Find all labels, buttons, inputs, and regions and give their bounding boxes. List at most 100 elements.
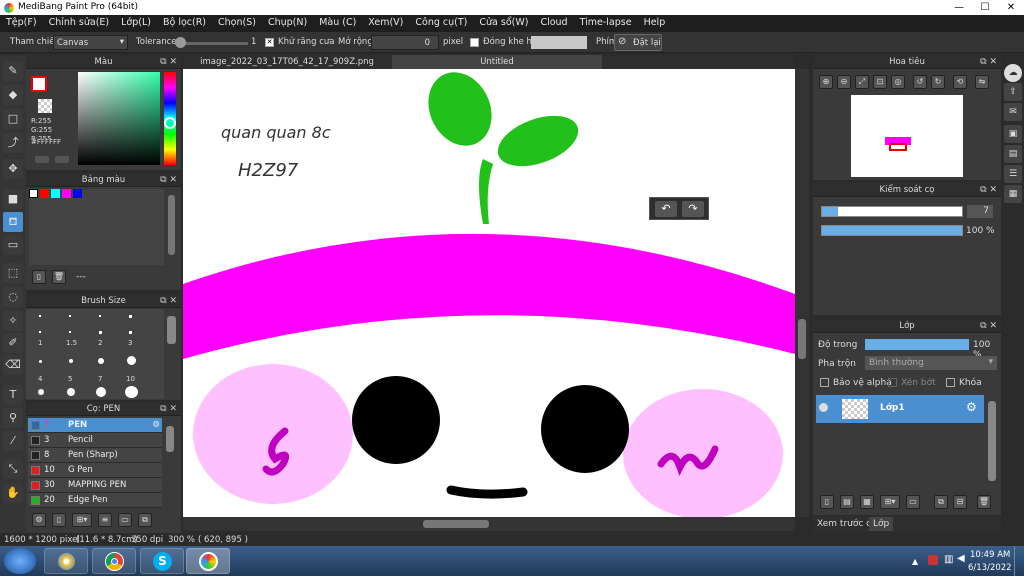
- menu-view[interactable]: Xem(V): [362, 15, 409, 28]
- eyedropper-tool-icon[interactable]: ⤡: [3, 459, 23, 479]
- size-dot[interactable]: [39, 360, 42, 363]
- panel-close-icon[interactable]: ⧉ ✕: [160, 402, 177, 416]
- menu-filter[interactable]: Bộ lọc(R): [157, 15, 212, 28]
- clipping-checkbox[interactable]: [888, 378, 897, 387]
- size-dot[interactable]: [129, 331, 132, 334]
- fill-rect-tool-icon[interactable]: ■: [3, 189, 23, 209]
- size-dot[interactable]: [98, 358, 104, 364]
- reference-select[interactable]: Canvas ▾: [53, 35, 128, 50]
- gradient-tool-icon[interactable]: ▭: [3, 235, 23, 255]
- size-dot[interactable]: [67, 388, 75, 396]
- lasso-tool-icon[interactable]: ◌: [3, 287, 23, 307]
- palette-swatch[interactable]: [73, 189, 82, 198]
- background-color-swatch[interactable]: [38, 99, 52, 113]
- size-dot[interactable]: [96, 387, 106, 397]
- list-icon[interactable]: ☰: [1004, 165, 1022, 183]
- show-desktop-button[interactable]: [1014, 546, 1024, 576]
- duplicate-layer-icon[interactable]: ⧉: [934, 495, 948, 509]
- close-gap-checkbox[interactable]: [470, 38, 479, 47]
- tab-image-file[interactable]: image_2022_03_17T06_42_17_909Z.png: [183, 55, 391, 69]
- size-dot[interactable]: [69, 331, 71, 333]
- tab-layer[interactable]: Lớp: [869, 517, 894, 531]
- layer-opacity-slider[interactable]: [865, 339, 969, 350]
- actual-size-icon[interactable]: ⊡: [873, 75, 887, 89]
- panel-close-icon[interactable]: ⧉ ✕: [160, 173, 177, 187]
- tab-untitled[interactable]: Untitled: [392, 55, 602, 69]
- panel-close-icon[interactable]: ⧉ ✕: [980, 55, 997, 69]
- brush-list-scrollbar[interactable]: [166, 426, 174, 452]
- palette-swatch[interactable]: [29, 189, 38, 198]
- select-tool-icon[interactable]: ⬚: [3, 263, 23, 283]
- menu-cloud[interactable]: Cloud: [534, 15, 573, 28]
- move-tool-icon[interactable]: ✥: [3, 159, 23, 179]
- palette-swatch[interactable]: [51, 189, 60, 198]
- rotate-left-icon[interactable]: ↺: [913, 75, 927, 89]
- canvas-vertical-scrollbar[interactable]: [795, 69, 809, 517]
- size-dot[interactable]: [38, 389, 44, 395]
- layer-scrollbar[interactable]: [988, 401, 996, 481]
- network-icon[interactable]: ▥: [944, 554, 953, 565]
- brush-item-pen-sharp[interactable]: 8 Pen (Sharp): [28, 448, 162, 463]
- palette-scrollbar[interactable]: [168, 195, 175, 255]
- menu-edit[interactable]: Chỉnh sửa(E): [43, 15, 116, 28]
- taskbar-skype[interactable]: S: [140, 548, 184, 574]
- maximize-button[interactable]: ☐: [972, 0, 998, 15]
- clock-date[interactable]: 6/13/2022: [968, 563, 1012, 573]
- rotate-right-icon[interactable]: ↻: [931, 75, 945, 89]
- zoom-reset-icon[interactable]: ◎: [891, 75, 905, 89]
- panel-close-icon[interactable]: ⧉ ✕: [980, 183, 997, 197]
- menu-file[interactable]: Tệp(F): [0, 15, 43, 28]
- add-brush-menu-icon[interactable]: ⊞▾: [72, 513, 92, 527]
- notes-icon[interactable]: ▤: [1004, 145, 1022, 163]
- start-button[interactable]: [4, 548, 36, 574]
- divide-tool-icon[interactable]: ⁄: [3, 431, 23, 451]
- brush-settings-icon[interactable]: ⚙: [32, 513, 46, 527]
- flip-icon[interactable]: ⇋: [975, 75, 989, 89]
- new-halftone-layer-icon[interactable]: ▤: [840, 495, 854, 509]
- zoom-in-icon[interactable]: ⊕: [819, 75, 833, 89]
- chat-icon[interactable]: ✉: [1004, 103, 1022, 121]
- operation-tool-icon[interactable]: ⚲: [3, 408, 23, 428]
- tray-expand-icon[interactable]: ▲: [912, 557, 918, 566]
- taskbar-chrome[interactable]: [92, 548, 136, 574]
- size-dot[interactable]: [125, 386, 138, 398]
- brush-item-pen[interactable]: 7 PEN ⚙: [28, 418, 162, 433]
- drawing-canvas[interactable]: quan quan 8c H2Z97 ↶ ↷: [183, 69, 795, 517]
- tab-brush-preview[interactable]: Xem trước cọ: [817, 519, 877, 529]
- add-layer-menu-icon[interactable]: ⊞▾: [880, 495, 900, 509]
- antialias-checkbox[interactable]: ✕: [265, 38, 274, 47]
- eraser-tool-icon[interactable]: ◆: [3, 85, 23, 105]
- rectangle-tool-icon[interactable]: □: [3, 109, 23, 129]
- new-8bit-layer-icon[interactable]: ▦: [860, 495, 874, 509]
- new-layer-icon[interactable]: ▯: [820, 495, 834, 509]
- delete-palette-color-icon[interactable]: 🗑: [52, 270, 66, 284]
- saturation-value-picker[interactable]: [78, 72, 160, 165]
- brush-tool-icon[interactable]: ✎: [3, 61, 23, 81]
- share-icon[interactable]: ⇪: [1004, 83, 1022, 101]
- brush-item-edge-pen[interactable]: 20 Edge Pen: [28, 493, 162, 508]
- menu-help[interactable]: Help: [638, 15, 672, 28]
- hand-tool-icon[interactable]: ✋: [3, 483, 23, 503]
- color-mode-button[interactable]: [35, 156, 49, 163]
- blend-mode-select[interactable]: Bình thường ▾: [865, 356, 997, 370]
- foreground-color-swatch[interactable]: [31, 76, 47, 92]
- size-dot[interactable]: [39, 331, 41, 333]
- color-swap-button[interactable]: [55, 156, 69, 163]
- tolerance-slider-thumb[interactable]: [175, 37, 186, 48]
- lock-checkbox[interactable]: [946, 378, 955, 387]
- menu-select[interactable]: Chọn(S): [212, 15, 262, 28]
- size-dot[interactable]: [69, 359, 73, 363]
- size-dot[interactable]: [99, 331, 102, 334]
- brush-size-scrollbar[interactable]: [167, 316, 176, 344]
- tolerance-slider-track[interactable]: [176, 42, 248, 45]
- hue-slider-thumb[interactable]: [164, 117, 176, 129]
- gear-icon[interactable]: ⚙: [966, 400, 977, 414]
- protect-alpha-checkbox[interactable]: [820, 378, 829, 387]
- size-dot[interactable]: [127, 356, 136, 365]
- grid-icon[interactable]: ▦: [1004, 185, 1022, 203]
- reset-button[interactable]: ⊘ Đặt lại: [614, 34, 662, 51]
- brush-item-pencil[interactable]: 3 Pencil: [28, 433, 162, 448]
- brush-file-icon[interactable]: ≡: [98, 513, 112, 527]
- close-gap-input[interactable]: [531, 36, 587, 49]
- menu-tools[interactable]: Công cụ(T): [409, 15, 473, 28]
